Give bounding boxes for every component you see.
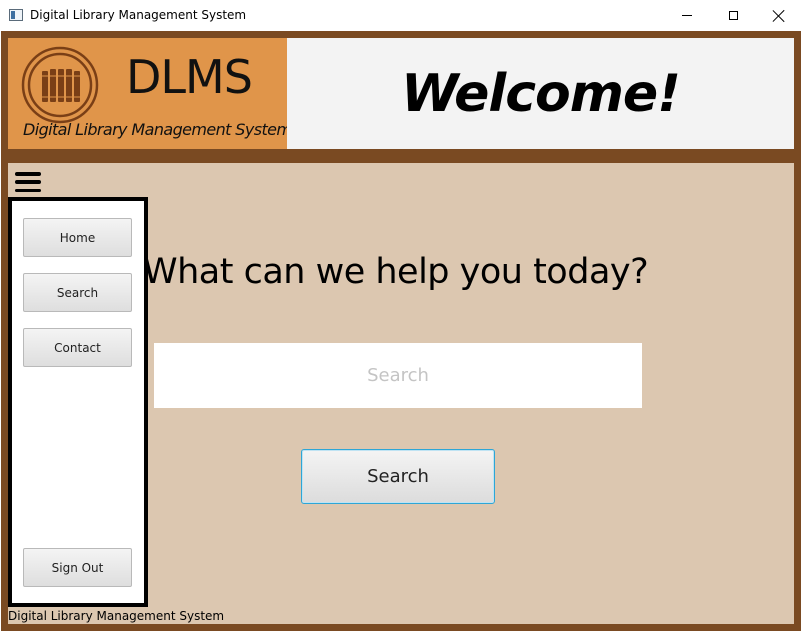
hamburger-line <box>15 188 41 192</box>
footer-label: Digital Library Management System <box>8 609 225 623</box>
search-input[interactable] <box>154 343 642 408</box>
hamburger-line <box>15 172 41 176</box>
search-button[interactable]: Search <box>301 449 495 504</box>
sidebar-home-button[interactable]: Home <box>23 218 132 257</box>
minimize-button[interactable] <box>664 0 710 31</box>
maximize-button[interactable] <box>710 0 756 31</box>
help-prompt: What can we help you today? <box>143 252 649 292</box>
welcome-banner: Welcome! <box>287 38 794 149</box>
sidebar-search-button[interactable]: Search <box>23 273 132 312</box>
sidebar-contact-button[interactable]: Contact <box>23 328 132 367</box>
books-emblem <box>21 46 99 124</box>
sign-out-button[interactable]: Sign Out <box>23 548 132 587</box>
sidebar-menu: Home Search Contact Sign Out <box>8 197 148 607</box>
minimize-icon <box>682 15 692 16</box>
window-title: Digital Library Management System <box>30 8 247 22</box>
close-button[interactable] <box>756 0 802 31</box>
window-titlebar: Digital Library Management System <box>0 0 802 31</box>
hamburger-icon[interactable] <box>15 171 41 193</box>
logo-abbreviation: DLMS <box>126 50 253 104</box>
hamburger-line <box>15 180 41 184</box>
welcome-heading: Welcome! <box>401 63 681 124</box>
logo-subtitle: Digital Library Management System <box>23 120 292 139</box>
close-icon <box>773 10 785 22</box>
app-window-icon <box>9 9 23 21</box>
logo-banner: DLMS Digital Library Management System <box>8 38 292 149</box>
maximize-icon <box>728 11 738 20</box>
